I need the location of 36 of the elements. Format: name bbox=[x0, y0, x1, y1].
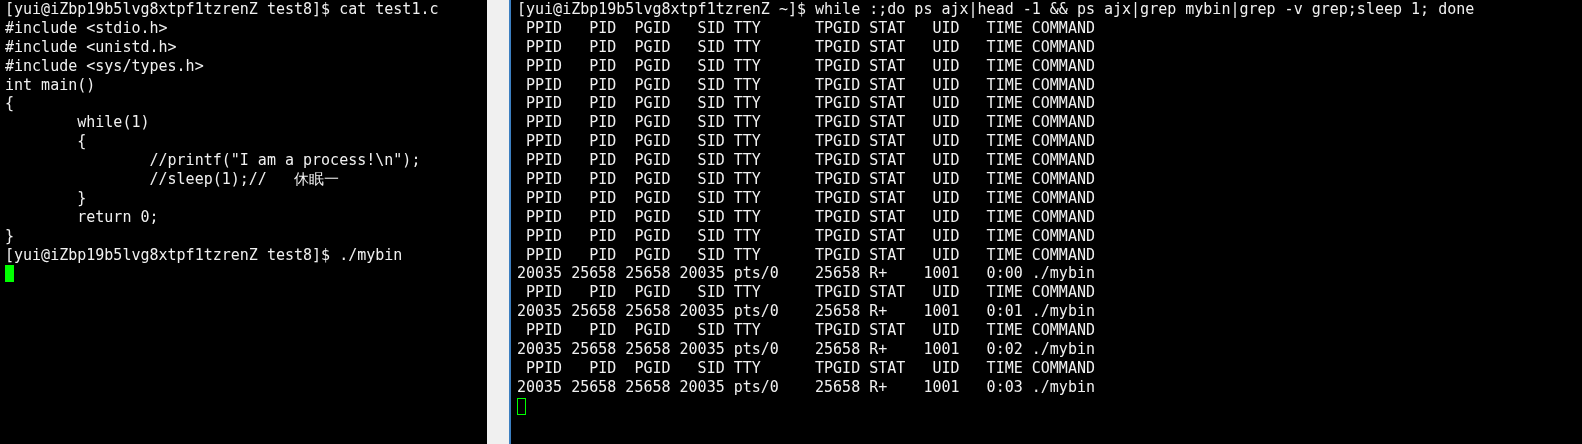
terminal-line: PPID PID PGID SID TTY TPGID STAT UID TIME COMMAND bbox=[525, 226, 1095, 246]
terminal-line: PPID PID PGID SID TTY TPGID STAT UID TIME COMMAND bbox=[525, 245, 1095, 265]
terminal-line: #include <sys/types.h> bbox=[5, 56, 204, 76]
terminal-line: PPID PID PGID SID TTY TPGID STAT UID TIME COMMAND bbox=[525, 188, 1095, 208]
terminal-line: [yui@iZbp19b5lvg8xtpf1tzrenZ ~]$ while :;do ps ajx|head -1 && ps ajx|grep mybin|grep -v grep;sleep 1; done bbox=[517, 0, 1475, 19]
terminal-line: #include <stdio.h> bbox=[5, 18, 168, 38]
terminal-line: 20035 25658 25658 20035 pts/0 25658 R+ 1001 0:02 ./mybin bbox=[517, 340, 1095, 359]
terminal-line: PPID PID PGID SID TTY TPGID STAT UID TIME COMMAND bbox=[525, 283, 1095, 303]
terminal-line: #include <unistd.h> bbox=[5, 37, 177, 57]
terminal-line: PPID PID PGID SID TTY TPGID STAT UID TIME COMMAND bbox=[525, 207, 1095, 227]
terminal-line: 20035 25658 25658 20035 pts/0 25658 R+ 1001 0:01 ./mybin bbox=[517, 302, 1095, 322]
pane-splitter[interactable] bbox=[487, 0, 511, 444]
terminal-line: PPID PID PGID SID TTY TPGID STAT UID TIME COMMAND bbox=[525, 113, 1095, 133]
terminal-line: PPID PID PGID SID TTY TPGID STAT UID TIME COMMAND bbox=[525, 18, 1095, 38]
terminal-line: [yui@iZbp19b5lvg8xtpf1tzrenZ test8]$ ./mybin bbox=[5, 245, 403, 265]
terminal-line: //printf("I am a process!\n"); bbox=[148, 151, 421, 170]
terminal-line: [yui@iZbp19b5lvg8xtpf1tzrenZ test8]$ cat test1.c bbox=[5, 0, 439, 19]
terminal-line: { bbox=[76, 132, 87, 152]
terminal-line: PPID PID PGID SID TTY TPGID STAT UID TIME COMMAND bbox=[525, 94, 1095, 114]
terminal-line: 20035 25658 25658 20035 pts/0 25658 R+ 1001 0:00 ./mybin bbox=[517, 264, 1095, 284]
terminal-line: PPID PID PGID SID TTY TPGID STAT UID TIME COMMAND bbox=[525, 358, 1095, 378]
terminal-line: int main() bbox=[5, 75, 96, 95]
terminal-line: PPID PID PGID SID TTY TPGID STAT UID TIME COMMAND bbox=[525, 321, 1095, 341]
terminal-line: //sleep(1);// 休眠一 bbox=[148, 170, 339, 189]
terminal-line: } bbox=[5, 226, 15, 246]
terminal-line: return 0; bbox=[76, 207, 159, 227]
terminal-line: 20035 25658 25658 20035 pts/0 25658 R+ 1001 0:03 ./mybin bbox=[517, 377, 1095, 397]
terminal-line: { bbox=[5, 94, 15, 114]
terminal-line: PPID PID PGID SID TTY TPGID STAT UID TIME COMMAND bbox=[525, 56, 1095, 76]
terminal-line: while(1) bbox=[76, 113, 150, 133]
terminal-line: PPID PID PGID SID TTY TPGID STAT UID TIME COMMAND bbox=[525, 132, 1095, 152]
terminal-line: PPID PID PGID SID TTY TPGID STAT UID TIME COMMAND bbox=[525, 170, 1095, 189]
terminal-line: PPID PID PGID SID TTY TPGID STAT UID TIME COMMAND bbox=[525, 37, 1095, 57]
terminal-line: PPID PID PGID SID TTY TPGID STAT UID TIME COMMAND bbox=[525, 151, 1095, 170]
terminal-line: } bbox=[76, 188, 87, 208]
terminal-line: PPID PID PGID SID TTY TPGID STAT UID TIME COMMAND bbox=[525, 75, 1095, 95]
